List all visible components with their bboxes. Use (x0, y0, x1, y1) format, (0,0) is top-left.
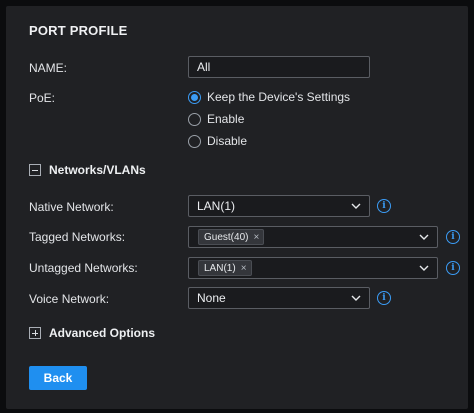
native-network-select[interactable]: LAN(1) (188, 195, 370, 217)
network-chip-label: Guest(40) (204, 231, 249, 243)
radio-unselected-icon (188, 112, 201, 126)
network-chip: Guest(40) × (198, 229, 265, 245)
untagged-networks-select[interactable]: LAN(1) × (188, 257, 438, 279)
networks-section-toggle[interactable]: Networks/VLANs (29, 163, 146, 177)
radio-selected-icon (188, 90, 201, 104)
remove-chip-icon[interactable]: × (253, 232, 259, 243)
voice-network-info-icon[interactable]: i (377, 291, 391, 305)
networks-section-label: Networks/VLANs (49, 163, 146, 177)
poe-option-keep[interactable]: Keep the Device's Settings (188, 89, 350, 105)
untagged-networks-info-icon[interactable]: i (446, 261, 460, 275)
network-chip: LAN(1) × (198, 260, 252, 276)
collapse-icon (29, 164, 41, 176)
network-chip-label: LAN(1) (204, 262, 236, 274)
back-button[interactable]: Back (29, 366, 87, 390)
window-frame: PORT PROFILE NAME: All PoE: Keep the Dev… (0, 0, 474, 413)
chevron-down-icon (351, 203, 361, 209)
name-label: NAME: (29, 61, 68, 75)
native-network-info-icon[interactable]: i (377, 199, 391, 213)
tagged-networks-info-icon[interactable]: i (446, 230, 460, 244)
chevron-down-icon (419, 234, 429, 240)
voice-network-select[interactable]: None (188, 287, 370, 309)
poe-option-disable[interactable]: Disable (188, 133, 247, 149)
voice-network-label: Voice Network: (29, 292, 110, 306)
page-title: PORT PROFILE (29, 23, 128, 38)
advanced-options-toggle[interactable]: Advanced Options (29, 326, 155, 340)
radio-unselected-icon (188, 134, 201, 148)
voice-network-value: None (197, 291, 226, 305)
untagged-networks-label: Untagged Networks: (29, 261, 138, 275)
name-input-value: All (197, 60, 211, 74)
advanced-options-label: Advanced Options (49, 326, 156, 340)
tagged-networks-label: Tagged Networks: (29, 230, 126, 244)
remove-chip-icon[interactable]: × (241, 263, 247, 274)
poe-option-enable[interactable]: Enable (188, 111, 244, 127)
chevron-down-icon (351, 295, 361, 301)
native-network-value: LAN(1) (197, 199, 236, 213)
chevron-down-icon (419, 265, 429, 271)
tagged-networks-select[interactable]: Guest(40) × (188, 226, 438, 248)
name-input[interactable]: All (188, 56, 370, 78)
poe-option-enable-label: Enable (207, 112, 245, 126)
poe-option-keep-label: Keep the Device's Settings (207, 90, 351, 104)
native-network-label: Native Network: (29, 200, 114, 214)
expand-icon (29, 327, 41, 339)
poe-label: PoE: (29, 91, 56, 105)
poe-option-disable-label: Disable (207, 134, 248, 148)
